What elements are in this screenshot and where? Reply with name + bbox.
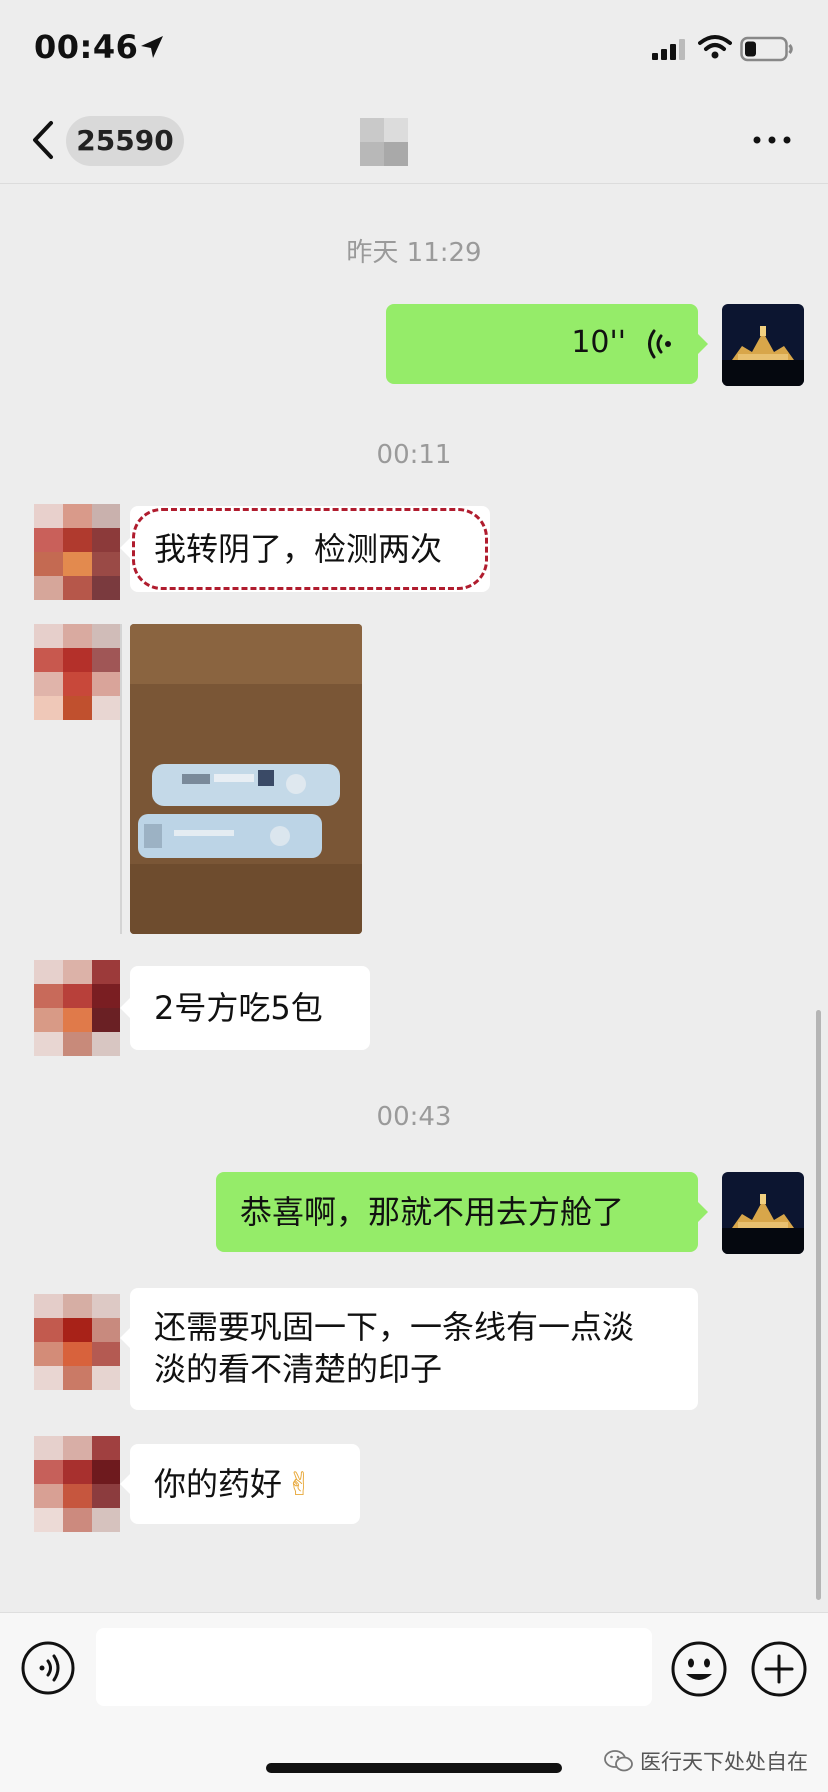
timestamp: 昨天 11:29 (346, 238, 482, 268)
voice-message-bubble[interactable]: 10'' (386, 304, 698, 384)
message-input[interactable] (96, 1628, 652, 1706)
my-avatar[interactable] (722, 304, 804, 386)
unread-count-badge[interactable]: 25590 (66, 116, 184, 166)
wifi-icon (698, 35, 732, 59)
highlight-oval-annotation (132, 508, 488, 590)
night-castle-avatar-image (722, 304, 804, 386)
message-text-line: 淡的看不清楚的印子 (154, 1350, 443, 1388)
contact-avatar-pixelated[interactable] (34, 624, 120, 720)
status-time: 00:46 (34, 28, 139, 66)
more-options-icon[interactable] (750, 128, 794, 152)
watermark: 医行天下处处自在 (604, 1746, 808, 1776)
contact-avatar-pixelated[interactable] (34, 1294, 120, 1390)
timestamp: 00:11 (376, 440, 452, 470)
contact-avatar-pixelated[interactable] (34, 504, 120, 600)
message-text: 2号方吃5包 (154, 989, 323, 1027)
antigen-test-image (130, 624, 362, 934)
victory-hand-emoji: ✌ (286, 1465, 313, 1503)
contact-avatar-pixelated[interactable] (34, 960, 120, 1056)
home-indicator[interactable] (266, 1763, 562, 1773)
bubble-tail (120, 538, 130, 558)
message-text: 你的药好 (154, 1465, 283, 1503)
bubble-tail (698, 1202, 708, 1222)
emoji-button[interactable] (670, 1640, 728, 1698)
voice-duration: 10'' (571, 325, 626, 360)
plus-button[interactable] (750, 1640, 808, 1698)
scrollbar[interactable] (816, 1010, 821, 1600)
bubble-tail (120, 1474, 130, 1494)
watermark-text: 医行天下处处自在 (640, 1750, 808, 1774)
message-text: 恭喜啊，那就不用去方舱了 (240, 1193, 625, 1231)
my-avatar[interactable] (722, 1172, 804, 1254)
bubble-tail (698, 334, 708, 354)
voice-input-button[interactable] (20, 1640, 76, 1696)
bubble-tail (120, 1328, 130, 1348)
location-arrow-icon (141, 36, 163, 58)
timestamp: 00:43 (376, 1102, 452, 1132)
received-message-bubble[interactable]: 你的药好 ✌ (130, 1444, 360, 1524)
sent-message-bubble[interactable]: 恭喜啊，那就不用去方舱了 (216, 1172, 698, 1252)
voice-wave-icon (648, 329, 671, 359)
contact-avatar-pixelated[interactable] (34, 1436, 120, 1532)
night-castle-avatar-image (722, 1172, 804, 1254)
received-message-bubble[interactable]: 还需要巩固一下，一条线有一点淡 淡的看不清楚的印子 (130, 1288, 698, 1410)
received-message-bubble[interactable]: 2号方吃5包 (130, 966, 370, 1050)
wechat-logo-icon (604, 1750, 633, 1772)
bubble-tail (120, 998, 130, 1018)
message-text-line: 还需要巩固一下，一条线有一点淡 (154, 1308, 635, 1346)
test-kit-photo[interactable] (130, 624, 362, 934)
chat-title-pixelated (360, 118, 408, 166)
battery-icon (740, 36, 793, 62)
back-chevron-icon[interactable] (30, 120, 56, 160)
signal-icon (652, 39, 685, 60)
photo-divider (120, 624, 122, 934)
